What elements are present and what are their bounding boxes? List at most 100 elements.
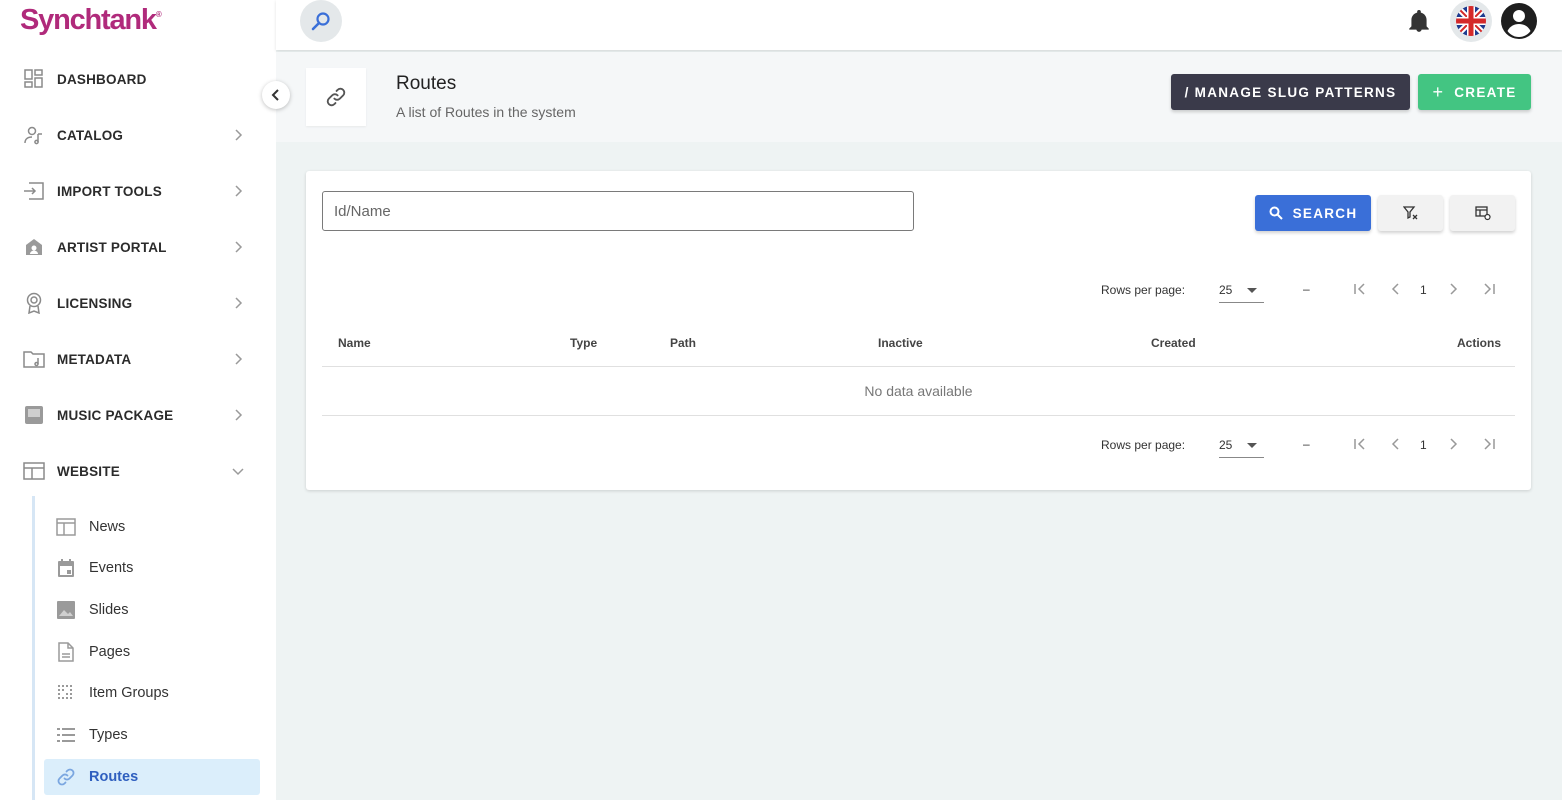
current-page: 1 xyxy=(1420,283,1427,297)
sidebar-subitem-label: Events xyxy=(89,560,134,576)
chevron-right-icon xyxy=(235,241,243,253)
sidebar-subitem-label: Routes xyxy=(89,769,139,785)
table-settings-icon xyxy=(1474,206,1491,221)
table-header: Name Type Path Inactive Created Actions xyxy=(322,327,1515,367)
next-page-button[interactable] xyxy=(1443,279,1463,299)
chevron-right-icon xyxy=(235,129,243,141)
last-page-button[interactable] xyxy=(1479,434,1499,454)
sidebar-subitem-item-groups[interactable]: Item Groups xyxy=(44,675,260,711)
website-icon xyxy=(23,460,45,482)
chevron-left-icon xyxy=(1391,283,1399,295)
slides-icon xyxy=(56,600,76,620)
sidebar-subitem-slides[interactable]: Slides xyxy=(44,592,260,628)
chevron-left-icon xyxy=(271,89,279,101)
column-header-path[interactable]: Path xyxy=(670,336,696,350)
current-page: 1 xyxy=(1420,438,1427,452)
sidebar-item-label: ARTIST PORTAL xyxy=(57,239,167,255)
rows-per-page-select[interactable]: 25 xyxy=(1219,434,1264,458)
sidebar-collapse-button[interactable] xyxy=(262,81,290,109)
rows-per-page-value: 25 xyxy=(1219,438,1233,452)
filter-clear-icon xyxy=(1402,206,1417,220)
chevron-right-icon xyxy=(235,409,243,421)
routes-card: SEARCH Rows per page: 25 – 1 Name Type P… xyxy=(306,171,1531,490)
news-icon xyxy=(56,517,76,537)
first-page-icon xyxy=(1354,283,1365,295)
sidebar-item-metadata[interactable]: METADATA xyxy=(0,337,276,381)
sidebar-subitem-label: Item Groups xyxy=(89,685,169,701)
column-header-actions: Actions xyxy=(1457,336,1502,350)
sidebar-subitem-types[interactable]: Types xyxy=(44,717,260,753)
search-button[interactable]: SEARCH xyxy=(1255,195,1371,231)
rows-per-page-value: 25 xyxy=(1219,283,1233,297)
plus-icon: + xyxy=(1432,81,1445,102)
first-page-icon xyxy=(1354,438,1365,450)
create-button[interactable]: + CREATE xyxy=(1418,74,1531,110)
pages-icon xyxy=(56,642,76,662)
column-header-created[interactable]: Created xyxy=(1151,336,1196,350)
topbar xyxy=(276,0,1562,50)
global-search-button[interactable] xyxy=(300,0,342,42)
logo[interactable]: Synchtank® xyxy=(20,4,162,37)
sidebar-subitem-events[interactable]: Events xyxy=(44,550,260,586)
dashboard-icon xyxy=(23,68,45,90)
page-subtitle: A list of Routes in the system xyxy=(396,104,576,120)
sidebar-item-label: METADATA xyxy=(57,351,132,367)
dropdown-arrow-icon xyxy=(1247,443,1257,448)
sidebar-item-label: MUSIC PACKAGE xyxy=(57,407,174,423)
id-name-search-input[interactable] xyxy=(322,191,914,231)
first-page-button[interactable] xyxy=(1350,434,1370,454)
import-icon xyxy=(23,180,45,202)
chevron-left-icon xyxy=(1391,438,1399,450)
metadata-icon xyxy=(23,348,45,370)
column-header-type[interactable]: Type xyxy=(570,336,597,350)
sidebar-item-catalog[interactable]: CATALOG xyxy=(0,113,276,157)
sidebar-item-import-tools[interactable]: IMPORT TOOLS xyxy=(0,169,276,213)
sidebar-subitem-news[interactable]: News xyxy=(44,509,260,545)
sidebar-subitem-label: Pages xyxy=(89,644,131,660)
item-groups-icon xyxy=(56,683,76,703)
table-settings-button[interactable] xyxy=(1450,195,1515,231)
manage-slug-patterns-button[interactable]: / MANAGE SLUG PATTERNS xyxy=(1171,74,1410,110)
artist-portal-icon xyxy=(23,236,45,258)
page-title: Routes xyxy=(396,73,457,94)
last-page-button[interactable] xyxy=(1479,279,1499,299)
user-avatar-icon[interactable] xyxy=(1500,2,1538,40)
create-button-label: CREATE xyxy=(1454,84,1517,100)
column-header-name[interactable]: Name xyxy=(338,336,371,350)
submenu-rail xyxy=(32,496,35,800)
rows-per-page-select[interactable]: 25 xyxy=(1219,279,1264,303)
clear-filters-button[interactable] xyxy=(1378,195,1443,231)
empty-table-message: No data available xyxy=(322,367,1515,416)
sidebar-item-website[interactable]: WEBSITE xyxy=(0,449,276,493)
previous-page-button[interactable] xyxy=(1386,434,1406,454)
sidebar-item-dashboard[interactable]: DASHBOARD xyxy=(0,57,276,101)
rows-per-page-label: Rows per page: xyxy=(1101,283,1186,297)
search-icon xyxy=(311,12,330,31)
sidebar-subitem-label: News xyxy=(89,519,126,535)
sidebar-item-licensing[interactable]: LICENSING xyxy=(0,281,276,325)
chevron-right-icon xyxy=(1450,438,1458,450)
sidebar-subitem-pages[interactable]: Pages xyxy=(44,634,260,670)
first-page-button[interactable] xyxy=(1350,279,1370,299)
column-header-inactive[interactable]: Inactive xyxy=(878,336,923,350)
sidebar-item-artist-portal[interactable]: ARTIST PORTAL xyxy=(0,225,276,269)
licensing-icon xyxy=(23,292,45,314)
sidebar-item-label: DASHBOARD xyxy=(57,71,147,87)
chevron-right-icon xyxy=(235,353,243,365)
dropdown-arrow-icon xyxy=(1247,288,1257,293)
sidebar-subitem-routes[interactable]: Routes xyxy=(44,759,260,795)
chevron-right-icon xyxy=(1450,283,1458,295)
search-icon xyxy=(1269,206,1283,220)
previous-page-button[interactable] xyxy=(1386,279,1406,299)
next-page-button[interactable] xyxy=(1443,434,1463,454)
uk-flag-icon xyxy=(1456,6,1486,36)
notifications-bell-icon[interactable] xyxy=(1406,8,1432,34)
language-selector[interactable] xyxy=(1450,0,1492,42)
pagination-top: Rows per page: 25 – 1 xyxy=(306,275,1531,305)
sidebar-item-music-package[interactable]: MUSIC PACKAGE xyxy=(0,393,276,437)
link-icon xyxy=(326,87,346,107)
chevron-down-icon xyxy=(232,468,244,476)
trademark-mark: ® xyxy=(155,10,162,19)
last-page-icon xyxy=(1484,283,1495,295)
music-package-icon xyxy=(23,404,45,426)
